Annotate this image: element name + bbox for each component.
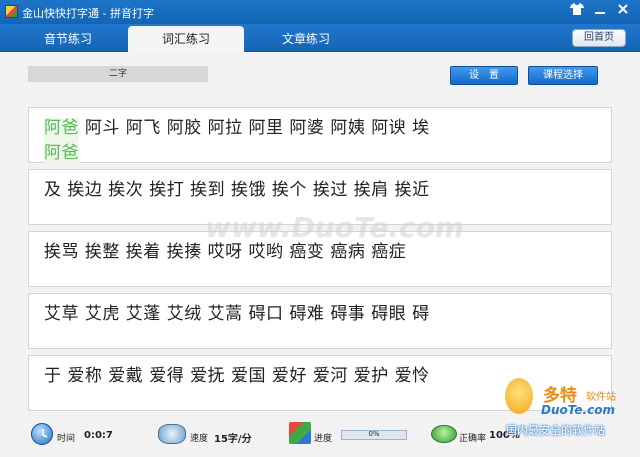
- source-line: 阿爸 阿斗 阿飞 阿胶 阿拉 阿里 阿婆 阿姨 阿谀 埃: [44, 113, 430, 138]
- brand-sub: 软件站: [586, 392, 616, 403]
- accuracy-label: 正确率: [459, 434, 487, 444]
- source-rest: 阿斗 阿飞 阿胶 阿拉 阿里 阿婆 阿姨 阿谀 埃: [79, 118, 430, 138]
- close-icon[interactable]: [614, 3, 632, 20]
- shirt-icon[interactable]: [568, 3, 586, 20]
- source-line: 艾草 艾虎 艾蓬 艾绒 艾蒿 碍口 碍难 碍事 碍眼 碍: [44, 304, 430, 324]
- progress-bar: 0%: [341, 430, 407, 440]
- tab-article[interactable]: 文章练习: [248, 26, 364, 52]
- time-label: 时间: [57, 434, 76, 444]
- typed-prefix: 阿爸: [44, 118, 79, 138]
- time-value: 0:0:7: [84, 430, 113, 441]
- source-line: 于 爱称 爱戴 爱得 爱抚 爱国 爱好 爱河 爱护 爱怜: [44, 366, 430, 386]
- brand-slogan: 国内最安全的软件站: [506, 424, 605, 437]
- title-bar: 金山快快打字通 - 拼音打字: [0, 0, 640, 24]
- settings-button[interactable]: 设 置: [450, 66, 518, 85]
- course-select-button[interactable]: 课程选择: [528, 66, 598, 85]
- speed-value: 15字/分: [214, 434, 252, 445]
- practice-row[interactable]: 艾草 艾虎 艾蓬 艾绒 艾蒿 碍口 碍难 碍事 碍眼 碍: [28, 293, 612, 349]
- practice-row[interactable]: 阿爸 阿斗 阿飞 阿胶 阿拉 阿里 阿婆 阿姨 阿谀 埃 阿爸: [28, 107, 612, 163]
- level-label: 二字: [28, 66, 208, 82]
- mascot-logo: [505, 378, 533, 414]
- input-line[interactable]: 阿爸: [44, 138, 79, 163]
- clock-icon: [31, 423, 53, 445]
- home-button[interactable]: 回首页: [572, 29, 626, 47]
- watermark: www.DuoTe.com: [205, 211, 464, 244]
- progress-blocks-icon: [289, 422, 311, 444]
- brand-domain: DuoTe.com: [541, 403, 615, 417]
- speedometer-icon: [158, 424, 186, 444]
- window-title: 金山快快打字通 - 拼音打字: [22, 7, 154, 20]
- tab-vocabulary[interactable]: 词汇练习: [128, 26, 244, 53]
- source-line: 及 挨边 挨次 挨打 挨到 挨饿 挨个 挨过 挨肩 挨近: [44, 180, 430, 200]
- speed-label: 速度: [190, 434, 209, 444]
- progress-value: 0%: [368, 430, 380, 438]
- app-icon: [5, 5, 18, 18]
- tab-syllable[interactable]: 音节练习: [10, 26, 126, 52]
- tab-bar: 音节练习 词汇练习 文章练习 回首页: [0, 24, 640, 53]
- progress-label: 进度: [314, 434, 333, 444]
- accuracy-icon: [431, 425, 457, 443]
- minimize-icon[interactable]: [591, 3, 609, 20]
